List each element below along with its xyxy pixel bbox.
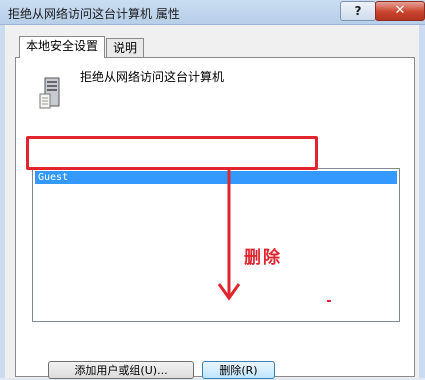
title-bar[interactable]: 拒绝从网络访问这台计算机 属性 ? ✕ <box>0 0 425 25</box>
tab-explain[interactable]: 说明 <box>106 38 145 58</box>
window-title: 拒绝从网络访问这台计算机 属性 <box>8 7 180 21</box>
policy-title: 拒绝从网络访问这台计算机 <box>80 70 225 84</box>
annotation-dot <box>327 300 331 302</box>
annotation-arrow-down-icon <box>217 170 241 301</box>
computer-tower-icon <box>39 77 60 109</box>
tab-local-security-setting[interactable]: 本地安全设置 <box>19 36 106 58</box>
window-frame-right <box>419 25 425 378</box>
annotation-highlight-box <box>26 136 318 170</box>
add-user-or-group-button[interactable]: 添加用户或组(U)... <box>48 361 194 379</box>
help-button[interactable]: ? <box>340 1 376 21</box>
remove-button[interactable]: 删除(R) <box>202 361 275 379</box>
annotation-label: 删除 <box>244 248 282 268</box>
dialog-client-area: 本地安全设置 说明 拒绝从网络访问这台计算机 Guest 添加用户或组(U)..… <box>5 25 419 379</box>
close-button[interactable]: ✕ <box>375 1 425 21</box>
